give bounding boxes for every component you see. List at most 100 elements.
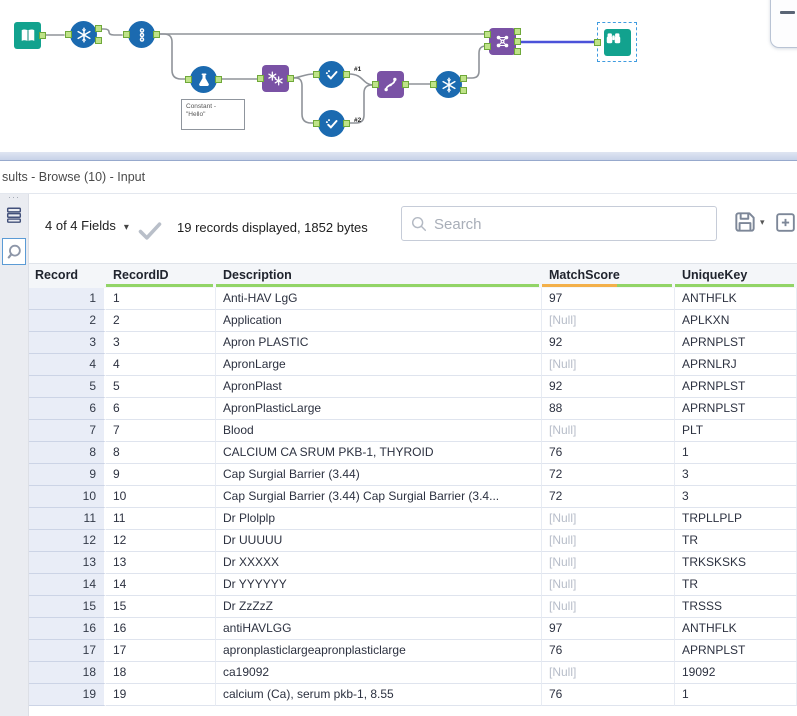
cell-score[interactable]: 88 [542,398,675,420]
input-anchor[interactable] [484,43,491,50]
select-tool-1[interactable] [313,61,350,88]
table-row[interactable]: 15 15 Dr ZzZzZ [Null] TRSSS [29,596,797,618]
table-row[interactable]: 5 5 ApronPlast 92 APRNPLST [29,376,797,398]
fields-dropdown[interactable]: 4 of 4 Fields ▾ [45,218,129,233]
output-anchor[interactable] [95,25,102,32]
workflow-canvas[interactable]: Constant - "Hello" #1 #2 [0,0,797,152]
cell-key[interactable]: APRNPLST [675,376,797,398]
cell-key[interactable]: 1 [675,684,797,706]
cell-score[interactable]: 97 [542,618,675,640]
table-row[interactable]: 17 17 apronplasticlargeapronplasticlarge 76… [29,640,797,662]
output-anchor[interactable] [460,87,467,94]
input-anchor[interactable] [484,31,491,38]
output-anchor-left[interactable] [514,28,521,35]
formula-annotation[interactable]: Constant - "Hello" [181,99,245,130]
cell-key[interactable]: 1 [675,442,797,464]
cell-record[interactable]: 19 [29,684,106,706]
table-row[interactable]: 8 8 CALCIUM CA SRUM PKB-1, THYROID 76 1 [29,442,797,464]
cell-recordid[interactable]: 17 [106,640,216,662]
input-anchor[interactable] [257,75,264,82]
cell-key[interactable]: 3 [675,486,797,508]
cell-key[interactable]: APRNLRJ [675,354,797,376]
cell-desc[interactable]: ApronLarge [216,354,542,376]
data-view-button-selected[interactable] [2,238,26,265]
canvas-minimize-button[interactable] [770,0,797,48]
table-row[interactable]: 10 10 Cap Surgial Barrier (3.44) Cap Surgi… [29,486,797,508]
cell-record[interactable]: 7 [29,420,106,442]
table-row[interactable]: 6 6 ApronPlasticLarge 88 APRNPLST [29,398,797,420]
input-data-tool[interactable] [14,22,46,49]
cell-score[interactable]: [Null] [542,354,675,376]
cell-desc[interactable]: apronplasticlargeapronplasticlarge [216,640,542,662]
cell-record[interactable]: 2 [29,310,106,332]
cell-desc[interactable]: Dr XXXXX [216,552,542,574]
output-anchor[interactable] [95,37,102,44]
cell-key[interactable]: TR [675,530,797,552]
table-row[interactable]: 18 18 ca19092 [Null] 19092 [29,662,797,684]
cell-recordid[interactable]: 12 [106,530,216,552]
cell-record[interactable]: 3 [29,332,106,354]
cell-score[interactable]: 72 [542,486,675,508]
input-anchor[interactable] [123,31,130,38]
cell-desc[interactable]: Dr ZzZzZ [216,596,542,618]
cell-recordid[interactable]: 13 [106,552,216,574]
cell-record[interactable]: 14 [29,574,106,596]
cell-key[interactable]: ANTHFLK [675,618,797,640]
cell-record[interactable]: 10 [29,486,106,508]
table-row[interactable]: 7 7 Blood [Null] PLT [29,420,797,442]
cell-score[interactable]: 92 [542,376,675,398]
cell-score[interactable]: 76 [542,442,675,464]
cell-key[interactable]: APLKXN [675,310,797,332]
cell-record[interactable]: 5 [29,376,106,398]
cell-score[interactable]: 92 [542,332,675,354]
cell-recordid[interactable]: 6 [106,398,216,420]
cell-recordid[interactable]: 11 [106,508,216,530]
cell-recordid[interactable]: 16 [106,618,216,640]
cell-desc[interactable]: ca19092 [216,662,542,684]
cell-key[interactable]: TRSSS [675,596,797,618]
table-row[interactable]: 3 3 Apron PLASTIC 92 APRNPLST [29,332,797,354]
cell-record[interactable]: 17 [29,640,106,662]
overflow-dots-icon[interactable]: ··· [0,192,28,202]
column-header-uniquekey[interactable]: UniqueKey [675,264,797,288]
input-anchor[interactable] [594,39,601,46]
table-row[interactable]: 11 11 Dr Plolplp [Null] TRPLLPLP [29,508,797,530]
formula-tool[interactable] [185,66,222,93]
cell-record[interactable]: 11 [29,508,106,530]
cell-score[interactable]: [Null] [542,310,675,332]
cell-record[interactable]: 13 [29,552,106,574]
cell-recordid[interactable]: 9 [106,464,216,486]
cell-desc[interactable]: ApronPlasticLarge [216,398,542,420]
cell-desc[interactable]: Dr YYYYYY [216,574,542,596]
cell-desc[interactable]: Dr Plolplp [216,508,542,530]
cell-recordid[interactable]: 18 [106,662,216,684]
column-header-recordid[interactable]: RecordID [106,264,216,288]
column-header-record[interactable]: Record [29,264,106,288]
column-header-description[interactable]: Description [216,264,542,288]
cell-recordid[interactable]: 14 [106,574,216,596]
cell-score[interactable]: [Null] [542,530,675,552]
save-results-button[interactable]: ▾ [732,209,765,235]
cell-score[interactable]: [Null] [542,420,675,442]
wire-unique2-join[interactable] [465,45,487,79]
cell-recordid[interactable]: 3 [106,332,216,354]
cell-recordid[interactable]: 7 [106,420,216,442]
input-anchor[interactable] [185,76,192,83]
cell-record[interactable]: 12 [29,530,106,552]
cell-key[interactable]: APRNPLST [675,398,797,420]
wire-select1-makegroup[interactable] [348,73,375,86]
cell-record[interactable]: 15 [29,596,106,618]
panel-top-border[interactable] [0,152,797,161]
cell-desc[interactable]: Anti-HAV LgG [216,288,542,310]
table-view-button[interactable] [4,205,24,225]
table-row[interactable]: 1 1 Anti-HAV LgG 97 ANTHFLK [29,288,797,310]
table-row[interactable]: 4 4 ApronLarge [Null] APRNLRJ [29,354,797,376]
cell-key[interactable]: APRNPLST [675,640,797,662]
cell-recordid[interactable]: 4 [106,354,216,376]
cell-desc[interactable]: ApronPlast [216,376,542,398]
table-row[interactable]: 13 13 Dr XXXXX [Null] TRKSKSKS [29,552,797,574]
search-box[interactable] [401,206,717,241]
column-header-matchscore[interactable]: MatchScore [542,264,675,288]
cell-desc[interactable]: Apron PLASTIC [216,332,542,354]
cell-recordid[interactable]: 19 [106,684,216,706]
